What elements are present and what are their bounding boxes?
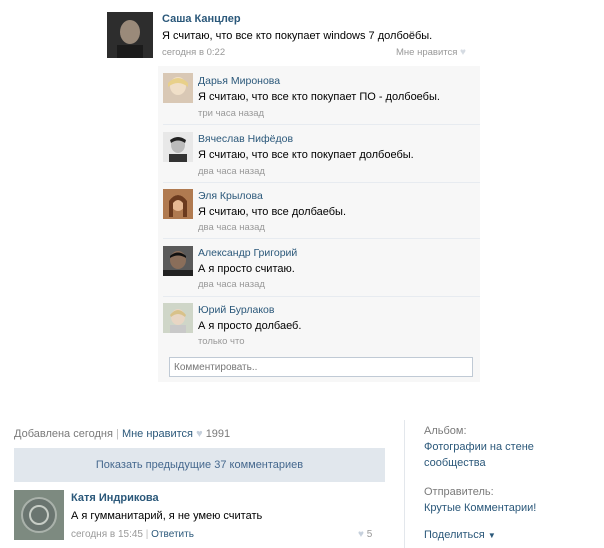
sidebar-divider — [404, 420, 405, 548]
added-date: Добавлена сегодня — [14, 428, 113, 440]
comment-avatar[interactable] — [163, 303, 193, 333]
comment-avatar[interactable] — [14, 490, 64, 540]
divider — [163, 296, 480, 297]
comment-meta: сегодня в 15:45 | Ответить — [71, 529, 194, 540]
post-like-button[interactable]: Мне нравится ♥ — [396, 47, 466, 58]
comment-avatar[interactable] — [163, 246, 193, 276]
comment-author[interactable]: Вячеслав Нифёдов — [198, 133, 293, 145]
share-label: Поделиться — [424, 529, 485, 541]
album-name-line: Фотографии на стене — [424, 441, 534, 453]
divider — [163, 238, 480, 239]
sender-link[interactable]: Крутые Комментарии! — [424, 500, 536, 516]
comment-avatar[interactable] — [163, 132, 193, 162]
heart-icon: ♥ — [460, 47, 466, 58]
album-name-line: сообщества — [424, 457, 486, 469]
post-author-avatar[interactable] — [107, 12, 153, 58]
comment-time[interactable]: два часа назад — [198, 279, 265, 290]
divider — [163, 182, 480, 183]
caret-down-icon: ▼ — [487, 531, 496, 540]
comment-text: А я гумманитарий, я не умею считать — [71, 510, 263, 522]
separator: | — [145, 529, 149, 540]
comment-text: Я считаю, что все долбаебы. — [198, 206, 346, 218]
like-button[interactable]: Мне нравится — [122, 428, 193, 440]
comment-author[interactable]: Александр Григорий — [198, 247, 297, 259]
like-count: 1991 — [205, 428, 231, 440]
comment-time[interactable]: только что — [198, 336, 244, 347]
comment-text: Я считаю, что все кто покупает ПО - долб… — [198, 91, 440, 103]
comment-like-button[interactable]: ♥ 5 — [358, 529, 372, 540]
post-text: Я считаю, что все кто покупает windows 7… — [162, 30, 433, 42]
comment-time[interactable]: сегодня в 15:45 — [71, 529, 143, 540]
show-previous-comments-button[interactable]: Показать предыдущие 37 комментариев — [14, 448, 385, 482]
comment-avatar[interactable] — [163, 189, 193, 219]
comment-input[interactable]: Комментировать.. — [169, 357, 473, 377]
sidebar: Альбом: Фотографии на стене сообщества О… — [424, 423, 536, 544]
comment-text: А я просто долбаеб. — [198, 320, 302, 332]
comment-author[interactable]: Эля Крылова — [198, 190, 263, 202]
post-time[interactable]: сегодня в 0:22 — [162, 47, 225, 58]
separator: | — [116, 428, 119, 440]
divider — [163, 124, 480, 125]
comment-text: А я просто считаю. — [198, 263, 295, 275]
sender-label: Отправитель: — [424, 486, 494, 498]
heart-icon: ♥ — [196, 428, 203, 440]
heart-icon: ♥ — [358, 529, 364, 540]
post-like-label: Мне нравится — [396, 47, 458, 58]
album-label: Альбом: — [424, 425, 467, 437]
comment-author[interactable]: Дарья Миронова — [198, 75, 280, 87]
comment-author[interactable]: Катя Индрикова — [71, 492, 159, 504]
comment-time[interactable]: три часа назад — [198, 108, 264, 119]
post-author-name[interactable]: Саша Канцлер — [162, 13, 241, 25]
photo-meta: Добавлена сегодня | Мне нравится ♥ 1991 — [14, 428, 230, 440]
comment-author[interactable]: Юрий Бурлаков — [198, 304, 274, 316]
comment-time[interactable]: два часа назад — [198, 222, 265, 233]
comment-avatar[interactable] — [163, 73, 193, 103]
comment-time[interactable]: два часа назад — [198, 166, 265, 177]
album-link[interactable]: Фотографии на стене сообщества — [424, 439, 536, 471]
share-button[interactable]: Поделиться ▼ — [424, 527, 536, 544]
comment-like-count: 5 — [366, 529, 373, 540]
reply-button[interactable]: Ответить — [151, 529, 194, 540]
comment-text: Я считаю, что все кто покупает долбоебы. — [198, 149, 414, 161]
